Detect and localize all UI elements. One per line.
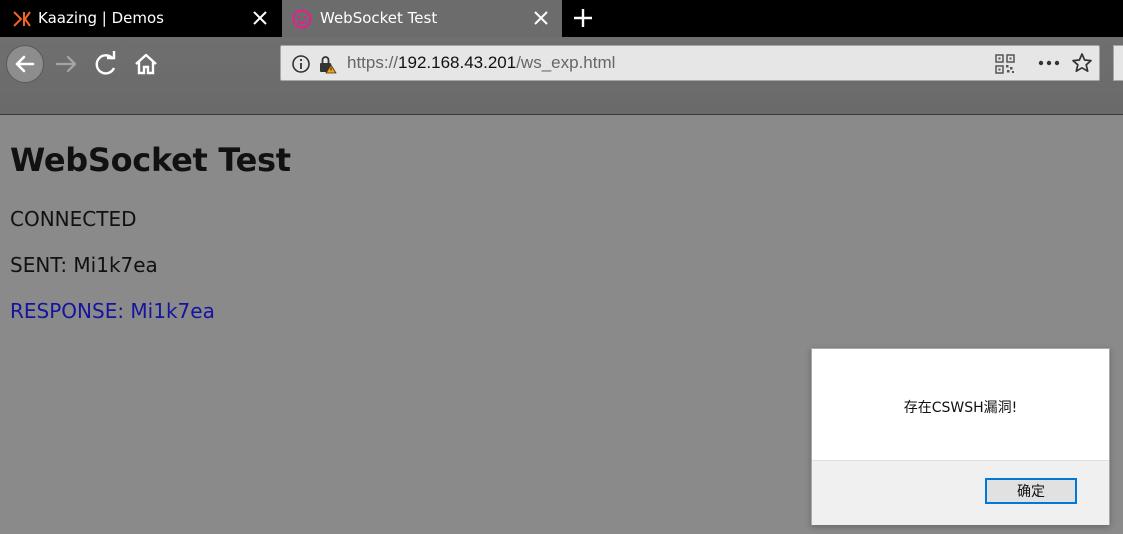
url-host: 192.168.43.201 [398,53,517,72]
response-message: RESPONSE: Mi1k7ea [10,299,215,323]
info-icon[interactable] [291,54,311,74]
address-bar[interactable]: https://192.168.43.201/ws_exp.html [280,45,1100,81]
alert-dialog: 存在CSWSH漏洞! 确定 [811,348,1110,525]
alert-message: 存在CSWSH漏洞! [903,400,1018,416]
tab-kaazing-demos[interactable]: Kaazing | Demos [0,0,281,37]
new-tab-icon[interactable] [570,5,596,31]
bookmark-star-icon[interactable] [1071,52,1093,74]
url-path: /ws_exp.html [516,53,616,72]
qr-code-icon[interactable] [995,54,1015,74]
insecure-lock-icon[interactable] [317,54,337,74]
tab-title: WebSocket Test [320,9,438,27]
arrow-left-icon [15,55,35,73]
close-tab-icon[interactable] [532,9,550,27]
ok-button[interactable]: 确定 [985,478,1077,504]
tab-title: Kaazing | Demos [38,9,164,27]
kaazing-logo-icon [13,11,31,27]
more-actions-icon[interactable] [1037,52,1061,74]
close-tab-icon[interactable] [251,9,269,27]
url-text[interactable]: https://192.168.43.201/ws_exp.html [347,46,615,80]
navigation-toolbar: https://192.168.43.201/ws_exp.html [0,37,1123,115]
tab-websocket-test[interactable]: WebSocket Test [282,0,562,37]
sent-message: SENT: Mi1k7ea [10,253,158,277]
home-icon[interactable] [130,48,162,80]
smiley-favicon-icon [292,9,312,29]
back-button[interactable] [6,45,44,83]
connection-status: CONNECTED [10,207,137,231]
alert-footer: 确定 [812,460,1109,525]
forward-arrow-icon[interactable] [50,48,82,80]
url-scheme: https:// [347,53,399,72]
reload-icon[interactable] [90,48,122,80]
page-title: WebSocket Test [10,141,291,179]
toolbar-overflow-edge [1113,45,1123,81]
tab-bar: Kaazing | Demos WebSocket Test [0,0,1123,37]
